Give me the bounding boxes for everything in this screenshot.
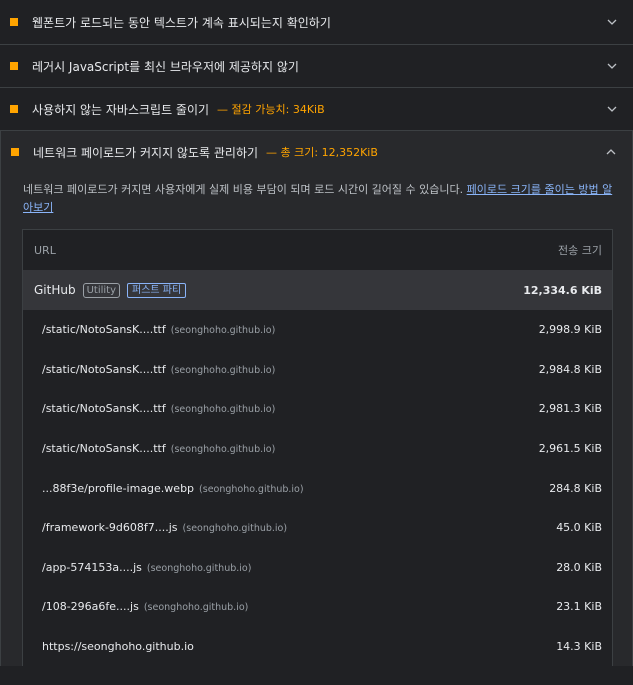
audit-header[interactable]: 웹폰트가 로드되는 동안 텍스트가 계속 표시되는지 확인하기 [0,0,633,44]
resource-host: (seonghoho.github.io) [143,602,249,614]
audit-unused-javascript[interactable]: 사용하지 않는 자바스크립트 줄이기 — 절감 가능치: 34KiB [0,88,633,131]
audit-header[interactable]: 네트워크 페이로드가 커지지 않도록 관리하기 — 총 크기: 12,352Ki… [1,131,632,173]
audit-list: 웹폰트가 로드되는 동안 텍스트가 계속 표시되는지 확인하기 레거시 Java… [0,0,633,667]
chevron-down-icon[interactable] [605,59,619,73]
warning-square-icon [10,105,18,113]
resource-url[interactable]: ...88f3e/profile-image.webp (seonghoho.gi… [42,482,304,495]
table-row: ...88f3e/profile-image.webp (seonghoho.gi… [23,468,612,508]
resource-size: 45.0 KiB [556,521,602,535]
chevron-up-icon[interactable] [604,145,618,159]
audit-title: 사용하지 않는 자바스크립트 줄이기 [32,102,210,117]
audit-description: 네트워크 페이로드가 커지면 사용자에게 실제 비용 부담이 되며 로드 시간이… [1,173,632,217]
resource-size: 2,961.5 KiB [538,442,602,456]
table-row: /static/NotoSansK....ttf (seonghoho.githu… [23,428,612,469]
table-row: /framework-9d608f7....js (seonghoho.githu… [23,507,612,548]
audit-network-payload: 네트워크 페이로드가 커지지 않도록 관리하기 — 총 크기: 12,352Ki… [0,131,633,667]
resource-size: 2,998.9 KiB [538,323,602,337]
utility-badge: Utility [82,282,121,298]
audit-header[interactable]: 레거시 JavaScript를 최신 브라우저에 제공하지 않기 [0,45,633,87]
resource-host: (seonghoho.github.io) [170,404,276,416]
resource-url[interactable]: /static/NotoSansK....ttf (seonghoho.githu… [42,402,275,415]
resource-url[interactable]: /static/NotoSansK....ttf (seonghoho.githu… [42,363,275,376]
resource-url[interactable]: /framework-9d608f7....js (seonghoho.githu… [42,521,287,534]
chevron-down-icon[interactable] [605,15,619,29]
resource-host: (seonghoho.github.io) [170,364,276,376]
resource-size: 284.8 KiB [549,481,602,495]
table-row: /static/NotoSansK....ttf (seonghoho.githu… [23,349,612,390]
first-party-badge: 퍼스트 파티 [127,282,187,298]
audit-title: 네트워크 페이로드가 커지지 않도록 관리하기 [33,145,259,160]
resource-host: (seonghoho.github.io) [170,325,276,337]
audit-title: 레거시 JavaScript를 최신 브라우저에 제공하지 않기 [32,59,299,74]
resource-size: 2,981.3 KiB [538,402,602,416]
resource-size: 14.3 KiB [556,640,602,654]
resource-url[interactable]: /108-296a6fe....js (seonghoho.github.io) [42,600,248,613]
table-row: https://seonghoho.github.io 14.3 KiB [23,626,612,667]
table-row: /static/NotoSansK....ttf (seonghoho.githu… [23,310,612,350]
resource-size: 23.1 KiB [556,600,602,614]
resource-url[interactable]: https://seonghoho.github.io [42,640,199,653]
table-row: /108-296a6fe....js (seonghoho.github.io) … [23,587,612,627]
resource-url[interactable]: /static/NotoSansK....ttf (seonghoho.githu… [42,323,275,336]
audit-savings: — 절감 가능치: 34KiB [217,103,325,116]
audit-title: 웹폰트가 로드되는 동안 텍스트가 계속 표시되는지 확인하기 [32,15,331,30]
resource-host: (seonghoho.github.io) [170,444,276,456]
resource-size: 2,984.8 KiB [538,362,602,376]
audit-total-size: — 총 크기: 12,352KiB [266,146,378,159]
column-url: URL [34,243,56,257]
table-row: /app-574153a....js (seonghoho.github.io) … [23,547,612,588]
warning-square-icon [10,18,18,26]
payload-table: URL 전송 크기 GitHub Utility 퍼스트 파티 12,334.6… [22,229,613,667]
entity-size: 12,334.6 KiB [523,283,602,297]
entity-name: GitHub [34,283,76,297]
audit-header[interactable]: 사용하지 않는 자바스크립트 줄이기 — 절감 가능치: 34KiB [0,88,633,130]
resource-host: (seonghoho.github.io) [199,483,304,495]
warning-square-icon [10,62,18,70]
resource-url[interactable]: /app-574153a....js (seonghoho.github.io) [42,561,251,574]
table-header: URL 전송 크기 [23,230,612,270]
entity-group-row: GitHub Utility 퍼스트 파티 12,334.6 KiB [23,270,612,310]
resource-host: (seonghoho.github.io) [182,523,288,535]
audit-webfont-display[interactable]: 웹폰트가 로드되는 동안 텍스트가 계속 표시되는지 확인하기 [0,0,633,45]
column-transfer-size: 전송 크기 [558,244,602,257]
resource-host: (seonghoho.github.io) [146,562,252,574]
warning-square-icon [11,148,19,156]
audit-legacy-javascript[interactable]: 레거시 JavaScript를 최신 브라우저에 제공하지 않기 [0,45,633,88]
description-text: 네트워크 페이로드가 커지면 사용자에게 실제 비용 부담이 되며 로드 시간이… [23,183,464,196]
resource-url[interactable]: /static/NotoSansK....ttf (seonghoho.githu… [42,442,275,455]
resource-size: 28.0 KiB [556,560,602,574]
chevron-down-icon[interactable] [605,102,619,116]
table-row: /static/NotoSansK....ttf (seonghoho.githu… [23,389,612,429]
